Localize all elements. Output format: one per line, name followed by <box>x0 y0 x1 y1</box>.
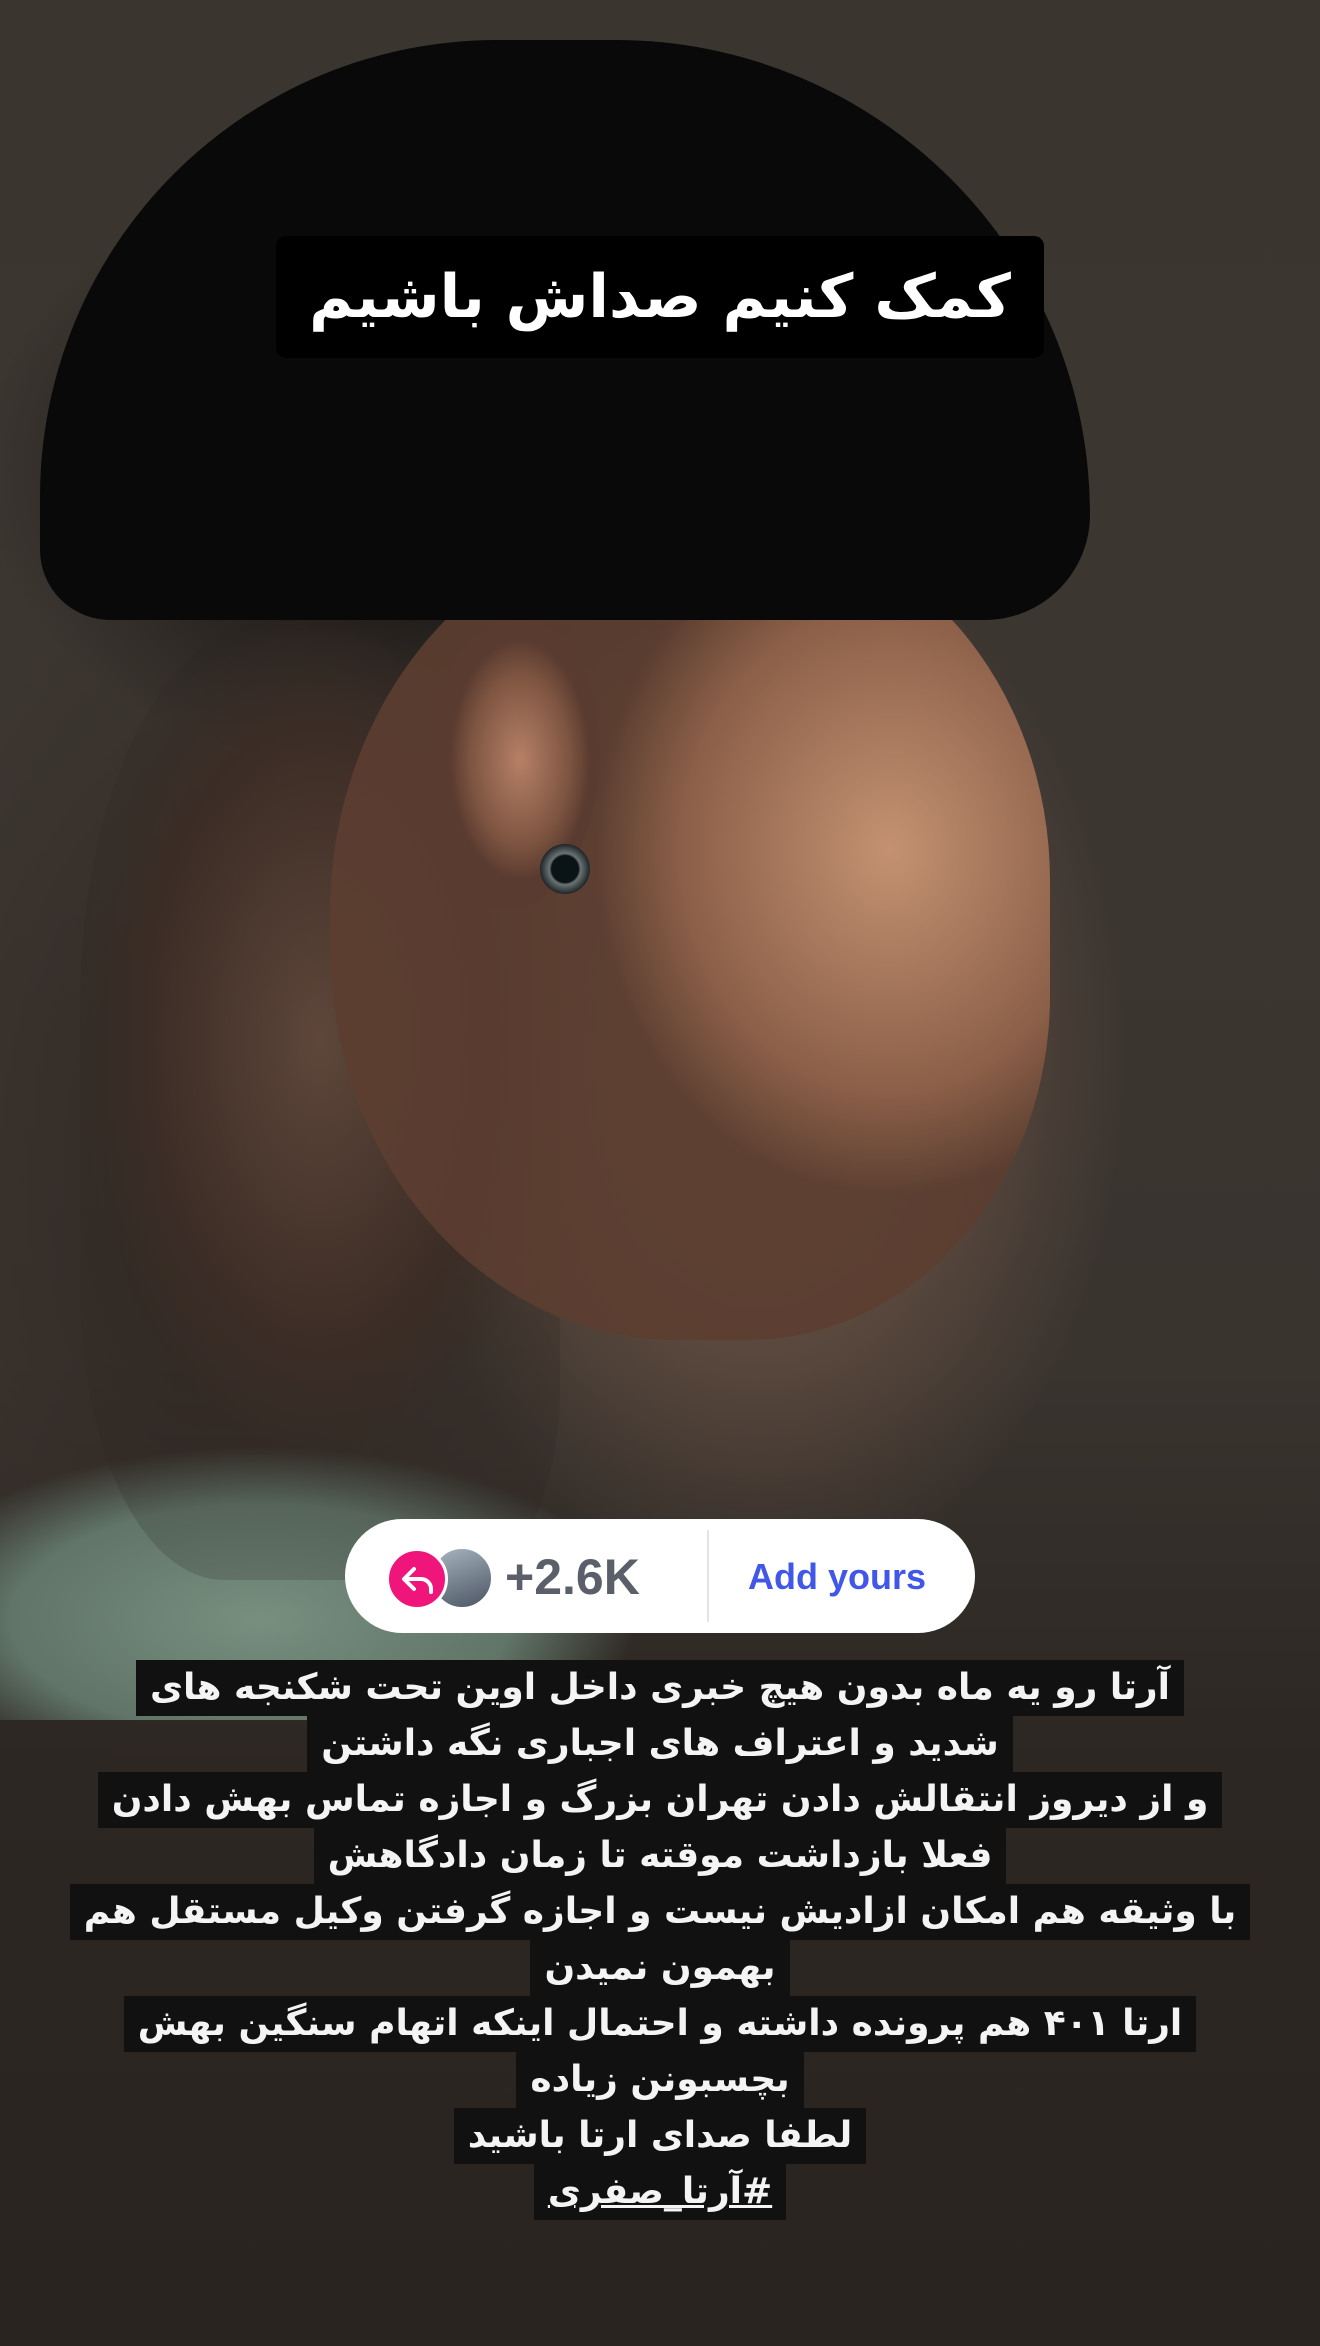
caption-line: ارتا ۴۰۱ هم پرونده داشته و احتمال اینکه … <box>123 1996 1197 2052</box>
story-title: کمک کنیم صداش باشیم <box>309 262 1011 332</box>
caption-line: بچسبونن زیاده <box>516 2052 804 2108</box>
sticker-divider <box>707 1530 709 1622</box>
story-caption: آرتا رو یه ماه بدون هیچ خبری داخل اوین ت… <box>0 1660 1320 2220</box>
caption-line: و از دیروز انتقالش دادن تهران بزرگ و اجا… <box>97 1772 1223 1828</box>
story-title-box: کمک کنیم صداش باشیم <box>276 236 1044 358</box>
caption-line: لطفا صدای ارتا باشید <box>453 2108 867 2164</box>
caption-line: بهمون نمیدن <box>530 1940 790 1996</box>
caption-line: با وثیقه هم امکان ازادیش نیست و اجازه گر… <box>69 1884 1251 1940</box>
ear-plug-shape <box>540 844 590 894</box>
caption-line: فعلا بازداشت موقته تا زمان دادگاهش <box>313 1828 1007 1884</box>
face-shape <box>330 520 1050 1340</box>
caption-line: آرتا رو یه ماه بدون هیچ خبری داخل اوین ت… <box>136 1660 1184 1716</box>
reply-arrow-icon <box>386 1548 448 1610</box>
add-yours-count: +2.6K <box>505 1549 640 1605</box>
add-yours-button[interactable]: Add yours <box>722 1542 952 1612</box>
hashtag-link[interactable]: #آرتا_صفری <box>533 2164 787 2220</box>
caption-line: شدید و اعتراف های اجباری نگه داشتن <box>307 1716 1013 1772</box>
